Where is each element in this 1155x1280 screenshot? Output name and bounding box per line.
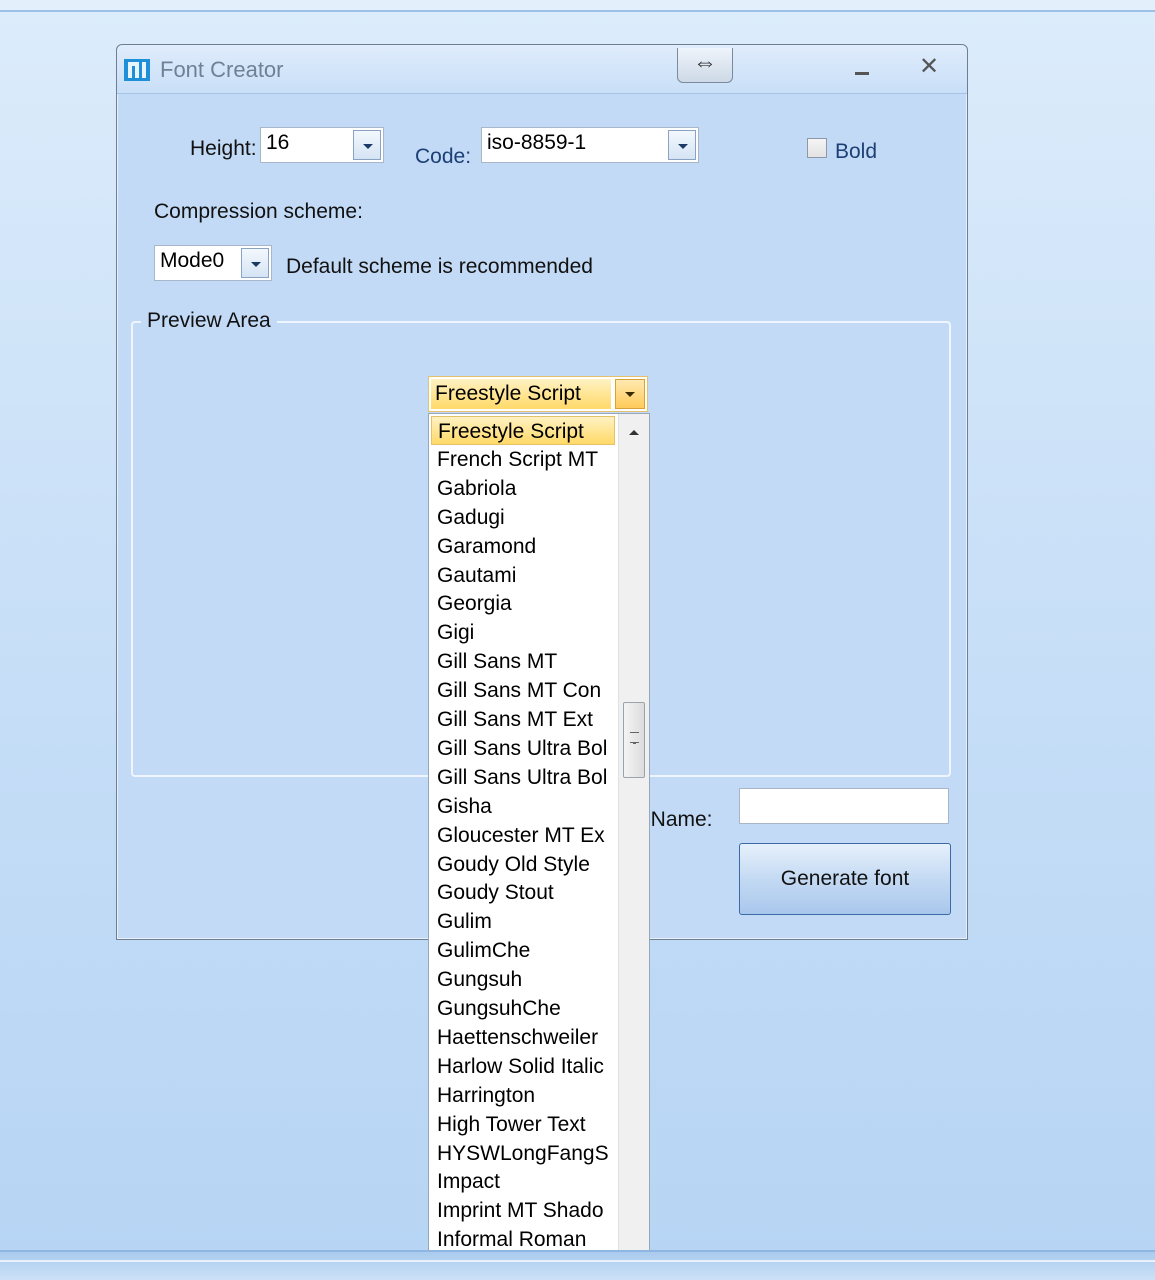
font-list-item[interactable]: Gungsuh bbox=[431, 965, 615, 994]
taskbar-strip bbox=[0, 1250, 1155, 1280]
bold-label: Bold bbox=[835, 140, 878, 163]
font-list-item[interactable]: Garamond bbox=[431, 532, 615, 561]
height-label: Height: bbox=[190, 137, 257, 160]
font-list-item[interactable]: Freestyle Script bbox=[431, 416, 615, 445]
font-list-item[interactable]: High Tower Text bbox=[431, 1110, 615, 1139]
dropdown-scrollbar[interactable] bbox=[618, 414, 649, 1279]
font-list-item[interactable]: Harlow Solid Italic bbox=[431, 1052, 615, 1081]
font-list-item[interactable]: French Script MT bbox=[431, 445, 615, 474]
height-combobox[interactable]: 16 bbox=[260, 127, 384, 163]
font-list-item[interactable]: Gill Sans MT Con bbox=[431, 676, 615, 705]
font-list-item[interactable]: GulimChe bbox=[431, 936, 615, 965]
font-list-item[interactable]: Gisha bbox=[431, 792, 615, 821]
font-list-item[interactable]: Gloucester MT Ex bbox=[431, 821, 615, 850]
font-list-item[interactable]: GungsuhChe bbox=[431, 994, 615, 1023]
chevron-down-icon[interactable] bbox=[353, 130, 381, 160]
font-combobox[interactable]: Freestyle Script bbox=[428, 376, 648, 412]
desktop-top-strip bbox=[0, 0, 1155, 12]
font-name-label: t Name: bbox=[639, 808, 713, 831]
font-list-item[interactable]: Gill Sans Ultra Bol bbox=[431, 734, 615, 763]
chevron-down-icon[interactable] bbox=[668, 130, 696, 160]
chevron-down-icon[interactable] bbox=[241, 248, 269, 278]
app-icon bbox=[124, 59, 150, 81]
compression-value: Mode0 bbox=[160, 249, 225, 272]
title-bar[interactable]: Font Creator ⇔ ✕ bbox=[117, 45, 967, 94]
compression-label: Compression scheme: bbox=[154, 200, 363, 223]
font-list-item[interactable]: Harrington bbox=[431, 1081, 615, 1110]
font-list-item[interactable]: Georgia bbox=[431, 589, 615, 618]
font-list-item[interactable]: Gadugi bbox=[431, 503, 615, 532]
font-list-item[interactable]: Gill Sans MT bbox=[431, 647, 615, 676]
compression-hint: Default scheme is recommended bbox=[286, 255, 593, 278]
minimize-button[interactable] bbox=[847, 55, 877, 81]
font-dropdown-list[interactable]: Freestyle Script French Script MT Gabriola… bbox=[428, 413, 650, 1280]
font-list-item[interactable]: Gill Sans MT Ext bbox=[431, 705, 615, 734]
code-value: iso-8859-1 bbox=[487, 131, 587, 154]
font-list-item[interactable]: Gill Sans Ultra Bol bbox=[431, 763, 615, 792]
compression-combobox[interactable]: Mode0 bbox=[154, 245, 272, 281]
font-list-item[interactable]: Gulim bbox=[431, 907, 615, 936]
snap-button[interactable]: ⇔ bbox=[677, 48, 733, 83]
scroll-up-icon[interactable] bbox=[619, 418, 649, 446]
font-combobox-value: Freestyle Script bbox=[431, 379, 611, 409]
font-list-item[interactable]: Haettenschweiler bbox=[431, 1023, 615, 1052]
minimize-icon bbox=[855, 72, 869, 75]
close-button[interactable]: ✕ bbox=[914, 53, 944, 81]
font-list-item[interactable]: HYSWLongFangS bbox=[431, 1139, 615, 1168]
font-list-item[interactable]: Imprint MT Shado bbox=[431, 1196, 615, 1225]
font-list-item[interactable]: Gautami bbox=[431, 561, 615, 590]
bold-checkbox[interactable] bbox=[807, 138, 827, 158]
code-label: Code: bbox=[415, 145, 472, 168]
preview-area-title: Preview Area bbox=[141, 309, 277, 333]
generate-font-button[interactable]: Generate font bbox=[739, 843, 951, 915]
font-list-item[interactable]: Gabriola bbox=[431, 474, 615, 503]
chevron-down-icon[interactable] bbox=[615, 379, 645, 409]
window-title: Font Creator bbox=[160, 57, 284, 82]
scroll-thumb[interactable] bbox=[623, 702, 645, 778]
font-list-item[interactable]: Goudy Stout bbox=[431, 878, 615, 907]
font-name-input[interactable] bbox=[739, 788, 949, 824]
code-combobox[interactable]: iso-8859-1 bbox=[481, 127, 699, 163]
height-value: 16 bbox=[266, 131, 290, 154]
font-list-item[interactable]: Goudy Old Style bbox=[431, 850, 615, 879]
font-list-item[interactable]: Impact bbox=[431, 1167, 615, 1196]
font-list-item[interactable]: Gigi bbox=[431, 618, 615, 647]
